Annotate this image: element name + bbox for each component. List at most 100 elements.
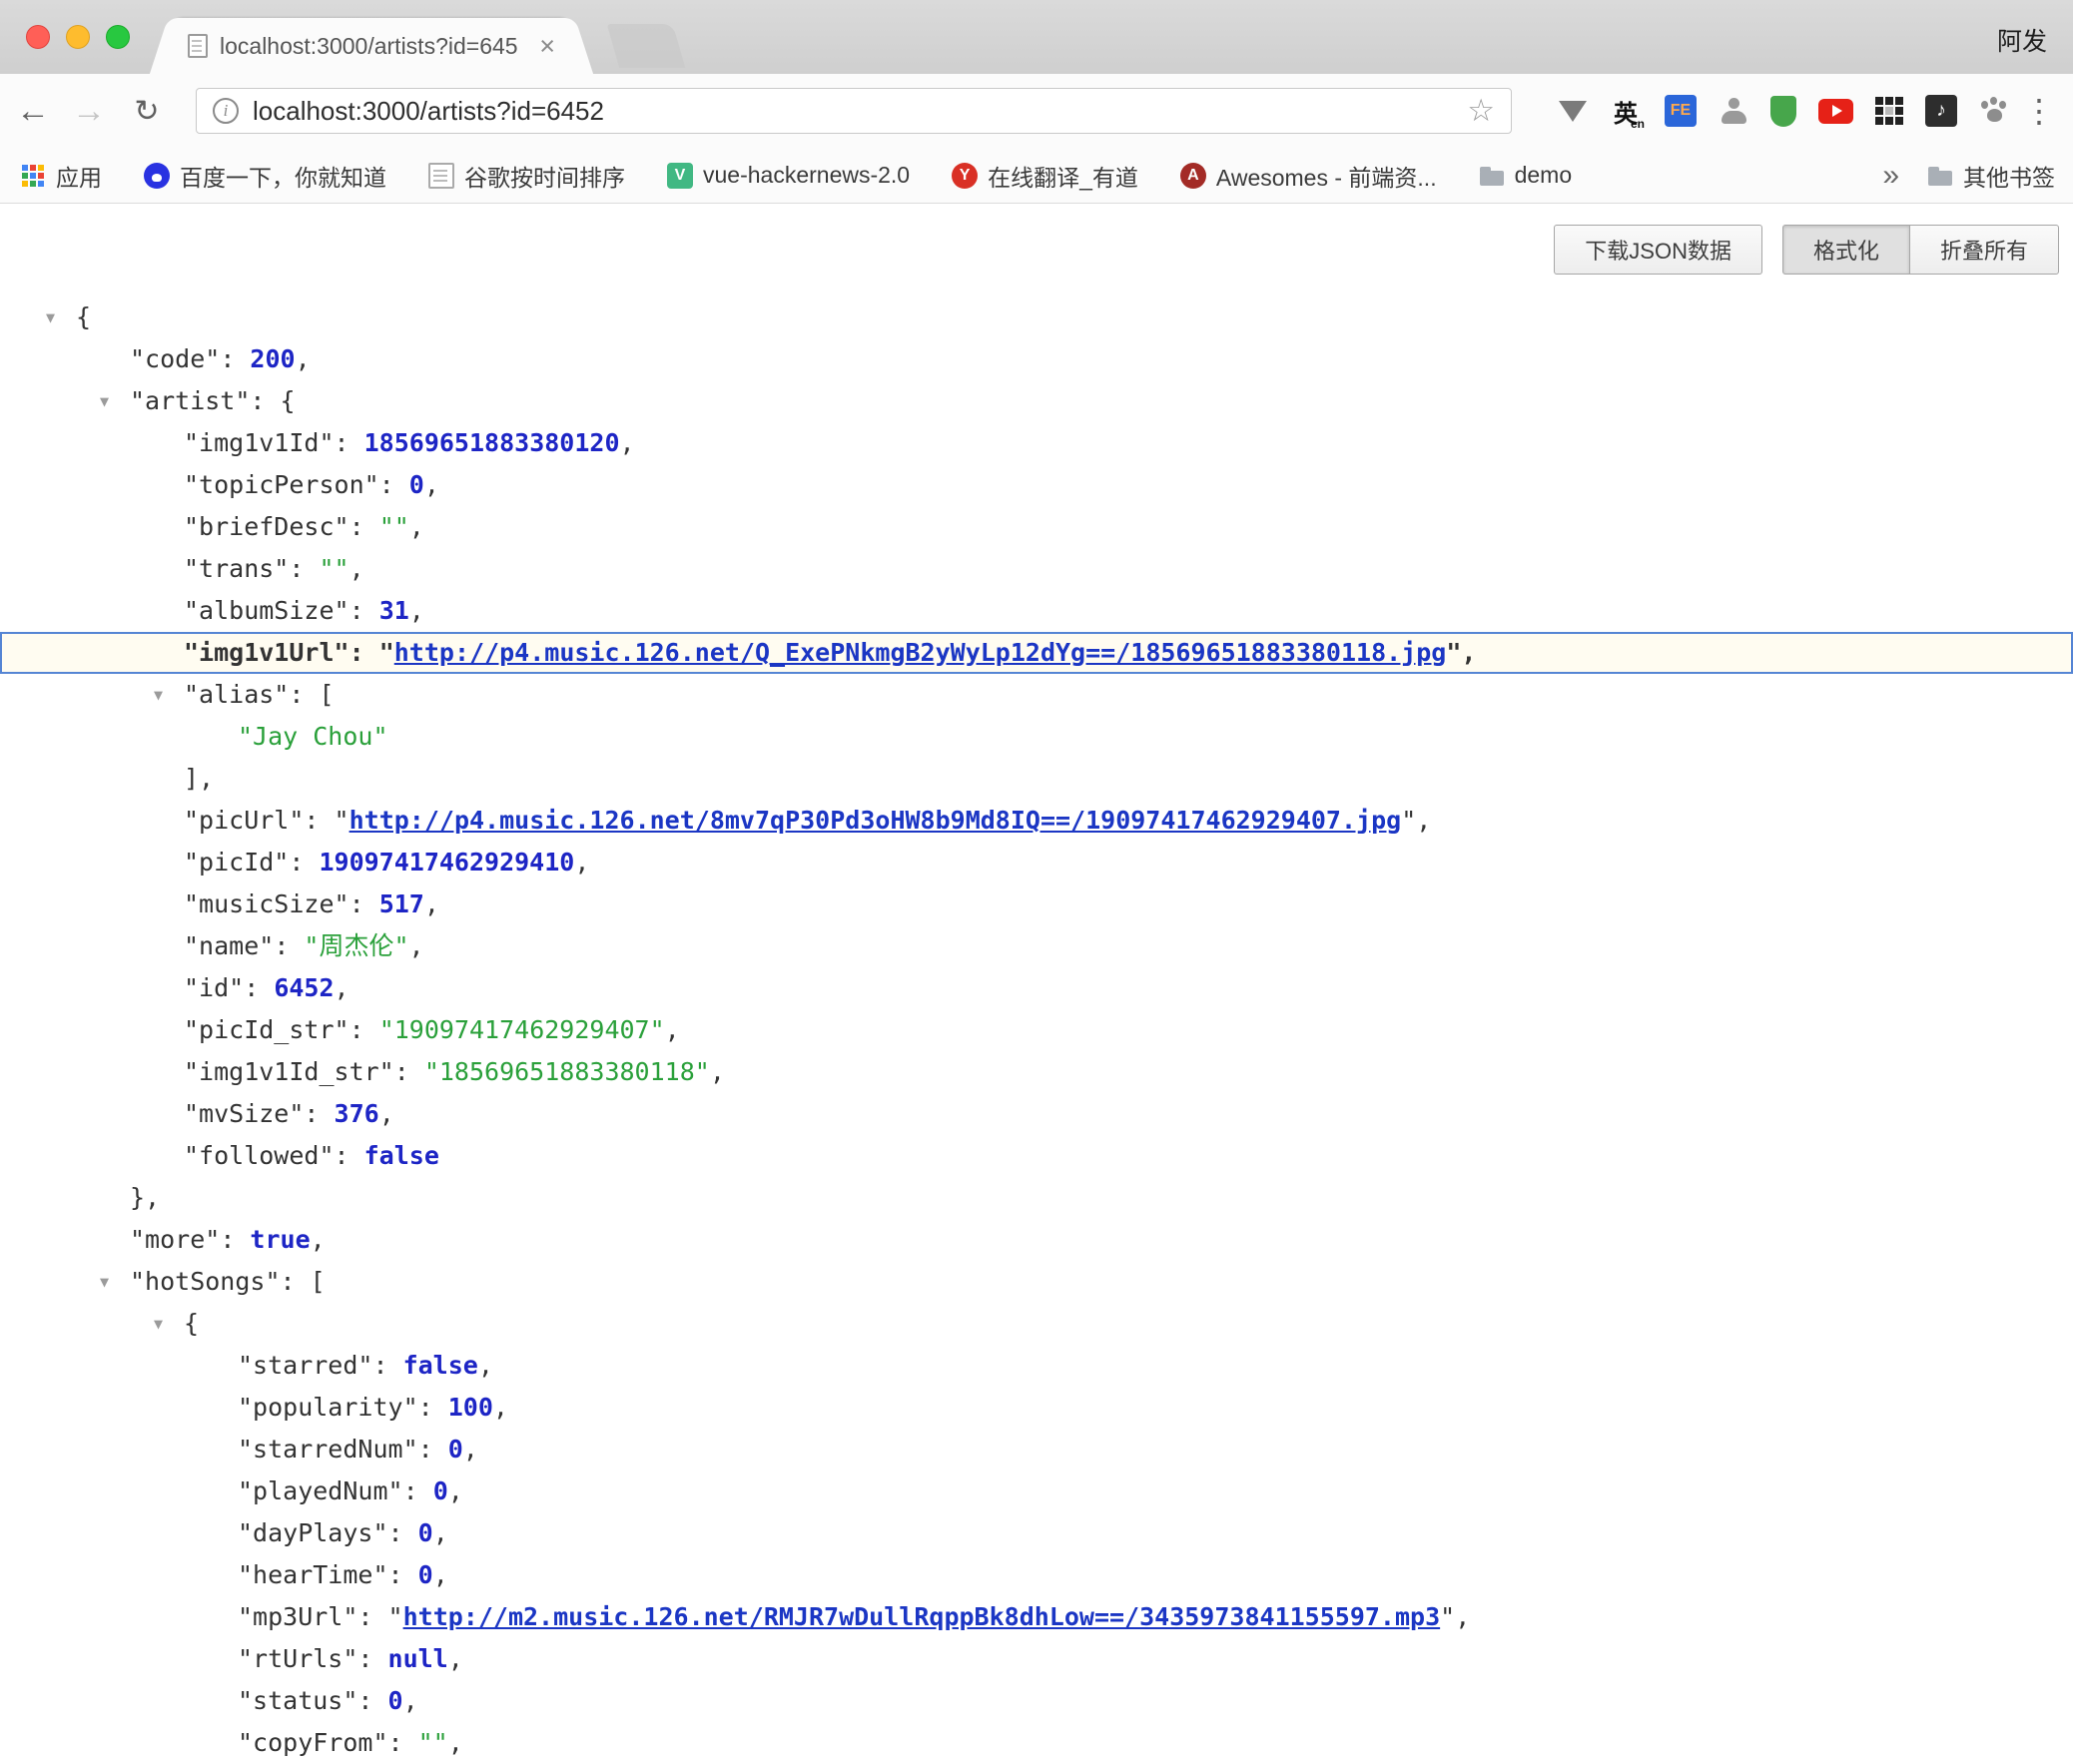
- json-line: ▼"alias": [: [0, 674, 2073, 716]
- json-url-link[interactable]: http://m2.music.126.net/RMJR7wDullRqppBk…: [403, 1602, 1441, 1631]
- json-token: :: [349, 512, 379, 541]
- json-token: :: [372, 1351, 402, 1380]
- json-line: "starredNum": 0,: [0, 1429, 2073, 1470]
- json-token: "albumSize": [184, 596, 349, 625]
- json-token: 0: [418, 1518, 433, 1547]
- json-token: ,: [463, 1435, 478, 1464]
- collapse-triangle-icon[interactable]: ▼: [100, 380, 109, 422]
- browser-menu-icon[interactable]: ⋮: [2017, 74, 2061, 148]
- json-url-link[interactable]: http://p4.music.126.net/Q_ExePNkmgB2yWyL…: [394, 638, 1447, 667]
- translate-en-icon[interactable]: 英: [1609, 94, 1643, 128]
- json-line-selected[interactable]: "img1v1Url": "http://p4.music.126.net/Q_…: [0, 632, 2073, 674]
- json-token: [: [319, 680, 334, 709]
- json-line: "albumSize": 31,: [0, 590, 2073, 632]
- json-token: ,: [335, 973, 349, 1002]
- json-token: :: [220, 1225, 250, 1254]
- json-token: "Jay Chou": [238, 722, 388, 751]
- awesomes-icon: A: [1180, 163, 1206, 189]
- forward-icon[interactable]: →: [64, 74, 114, 148]
- json-line: "popularity": 100,: [0, 1387, 2073, 1429]
- bookmark-item[interactable]: 应用: [20, 159, 102, 193]
- json-token: "picUrl": [184, 806, 304, 835]
- collapse-triangle-icon[interactable]: ▼: [100, 1261, 109, 1303]
- new-tab-button[interactable]: [607, 24, 686, 68]
- address-bar[interactable]: i localhost:3000/artists?id=6452 ☆: [196, 88, 1512, 134]
- json-token: ,: [409, 596, 424, 625]
- bookmark-item[interactable]: Y在线翻译_有道: [952, 159, 1138, 193]
- json-line: "picId_str": "19097417462929407",: [0, 1009, 2073, 1051]
- bookmark-item[interactable]: Vvue-hackernews-2.0: [667, 162, 910, 189]
- vue-icon: V: [667, 163, 693, 189]
- json-token: :: [388, 1560, 418, 1589]
- json-line: "rtUrls": null,: [0, 1638, 2073, 1680]
- json-token: "followed": [184, 1141, 335, 1170]
- json-token: ": [1440, 1602, 1455, 1631]
- close-window-button[interactable]: [26, 25, 50, 49]
- json-token: :: [349, 1015, 379, 1044]
- json-token: "playedNum": [238, 1476, 403, 1505]
- json-url-link[interactable]: http://p4.music.126.net/8mv7qP30Pd3oHW8b…: [349, 806, 1402, 835]
- json-line: "code": 200,: [0, 338, 2073, 380]
- json-token: "starredNum": [238, 1435, 418, 1464]
- download-json-button[interactable]: 下载JSON数据: [1554, 225, 1762, 275]
- collapse-all-button[interactable]: 折叠所有: [1909, 225, 2059, 275]
- json-token: 0: [448, 1435, 463, 1464]
- json-token: :: [349, 889, 379, 918]
- json-token: :: [394, 1057, 424, 1086]
- filter-funnel-icon[interactable]: [1559, 101, 1587, 122]
- minimize-window-button[interactable]: [66, 25, 90, 49]
- json-token: "": [379, 512, 409, 541]
- bookmark-label: 谷歌按时间排序: [464, 159, 625, 193]
- json-line: "trans": "",: [0, 548, 2073, 590]
- json-token: [: [311, 1267, 326, 1296]
- shield-adblock-icon[interactable]: [1770, 96, 1796, 127]
- bookmark-star-icon[interactable]: ☆: [1467, 93, 1495, 129]
- json-token: "": [418, 1728, 448, 1757]
- collapse-triangle-icon[interactable]: ▼: [46, 296, 55, 338]
- format-button[interactable]: 格式化: [1782, 225, 1910, 275]
- collapse-triangle-icon[interactable]: ▼: [154, 674, 163, 716]
- json-token: null: [388, 1644, 448, 1673]
- url-text[interactable]: localhost:3000/artists?id=6452: [253, 96, 1453, 127]
- json-token: "copyFrom": [238, 1728, 388, 1757]
- json-token: ,: [1416, 806, 1431, 835]
- youtube-icon[interactable]: [1818, 99, 1853, 124]
- json-token: ,: [409, 931, 424, 960]
- bookmark-item[interactable]: demo: [1479, 162, 1573, 189]
- json-token: ,: [349, 554, 364, 583]
- json-token: 376: [335, 1099, 379, 1128]
- json-token: ,: [409, 512, 424, 541]
- close-tab-icon[interactable]: ×: [539, 33, 555, 60]
- folder-icon: [1479, 163, 1505, 189]
- bookmark-item[interactable]: 谷歌按时间排序: [428, 159, 625, 193]
- profile-name[interactable]: 阿发: [1997, 22, 2047, 58]
- bookmarks-overflow-icon[interactable]: »: [1882, 159, 1899, 193]
- json-token: 0: [388, 1686, 403, 1715]
- json-token: "name": [184, 931, 274, 960]
- json-token: ,: [1461, 638, 1476, 667]
- music-player-icon[interactable]: ♪: [1925, 95, 1957, 127]
- page-icon: [428, 163, 454, 189]
- profile-person-icon[interactable]: [1719, 96, 1748, 126]
- json-line: "mp3Url": "http://m2.music.126.net/RMJR7…: [0, 1596, 2073, 1638]
- site-info-icon[interactable]: i: [213, 98, 239, 124]
- collapse-triangle-icon[interactable]: ▼: [154, 1303, 163, 1345]
- reload-icon[interactable]: ↻: [122, 74, 172, 148]
- back-icon[interactable]: ←: [8, 74, 58, 148]
- browser-tab[interactable]: localhost:3000/artists?id=645 ×: [172, 18, 571, 74]
- bookmark-item[interactable]: 百度一下，你就知道: [144, 159, 386, 193]
- json-token: ,: [403, 1686, 418, 1715]
- bookmark-label: vue-hackernews-2.0: [703, 162, 910, 189]
- json-line: "dayPlays": 0,: [0, 1512, 2073, 1554]
- browser-toolbar: ← → ↻ i localhost:3000/artists?id=6452 ☆…: [0, 74, 2073, 148]
- fe-frontend-icon[interactable]: FE: [1665, 95, 1697, 127]
- json-token: :: [304, 806, 334, 835]
- json-token: ": [379, 638, 394, 667]
- baidu-icon: [144, 163, 170, 189]
- json-token: "id": [184, 973, 244, 1002]
- fullscreen-window-button[interactable]: [106, 25, 130, 49]
- qr-code-icon[interactable]: [1875, 97, 1903, 125]
- bookmark-item[interactable]: AAwesomes - 前端资...: [1180, 159, 1437, 193]
- paw-icon[interactable]: [1979, 97, 2009, 125]
- other-bookmarks-folder[interactable]: 其他书签: [1927, 159, 2055, 193]
